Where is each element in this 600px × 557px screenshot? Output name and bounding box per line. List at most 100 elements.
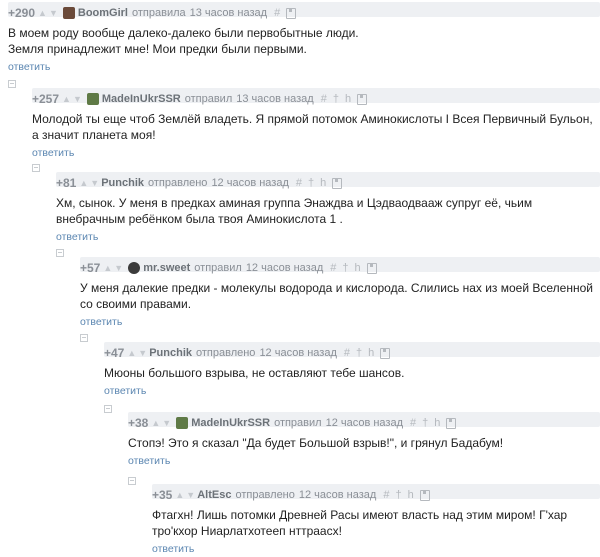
comment-action: отправил — [194, 262, 242, 274]
comment-link-icon[interactable]: # — [410, 417, 416, 429]
reply-link[interactable]: ответить — [104, 385, 146, 397]
vote-up-icon[interactable]: ▲ — [151, 418, 160, 428]
collapse-branch-icon[interactable] — [8, 80, 16, 88]
comment-parent-icon[interactable]: h — [345, 93, 351, 105]
comment-rating: +57 — [80, 261, 101, 275]
reply-link[interactable]: ответить — [152, 543, 194, 555]
comment-parent-icon[interactable]: h — [434, 417, 440, 429]
comment-author[interactable]: BoomGirl — [78, 7, 128, 19]
comment-author[interactable]: Punchik — [149, 347, 192, 359]
comment-time[interactable]: 12 часов назад — [211, 177, 288, 189]
comment-time[interactable]: 12 часов назад — [259, 347, 336, 359]
comment-text: Мюоны большого взрыва, не оставляют тебе… — [104, 366, 405, 380]
vote-down-icon[interactable]: ▼ — [114, 263, 123, 273]
comment: +35 ▲ ▼ AltEsc отправлено 12 часов назад # † h Фт… — [152, 484, 600, 557]
save-icon[interactable] — [366, 262, 377, 274]
comment-parent-icon[interactable]: h — [320, 177, 326, 189]
comment-action: отправил — [184, 93, 233, 105]
vote-up-icon[interactable]: ▲ — [62, 94, 71, 104]
save-icon[interactable] — [446, 417, 457, 429]
comment-dagger-icon[interactable]: † — [342, 262, 348, 274]
comment-author[interactable]: Punchik — [101, 177, 144, 189]
comment-parent-icon[interactable]: h — [408, 489, 414, 501]
save-icon[interactable] — [332, 177, 343, 189]
comment-rating: +35 — [152, 488, 173, 502]
reply-link[interactable]: ответить — [56, 231, 98, 243]
reply-link[interactable]: ответить — [80, 316, 122, 328]
comment-time[interactable]: 12 часов назад — [299, 489, 376, 501]
comment-dagger-icon[interactable]: † — [422, 417, 428, 429]
comment-text: Молодой ты еще чтоб Землёй владеть. Я пр… — [32, 112, 593, 142]
save-icon[interactable] — [380, 347, 391, 359]
comment-header: +47 ▲ ▼ Punchik отправлено 12 часов назад # † h — [104, 342, 600, 364]
comment-link-icon[interactable]: # — [321, 93, 327, 105]
save-icon[interactable] — [419, 489, 430, 501]
comment-dagger-icon[interactable]: † — [308, 177, 314, 189]
comment: +290 ▲ ▼ BoomGirl отправила 13 часов назад # В … — [8, 2, 600, 75]
avatar[interactable] — [176, 417, 189, 429]
vote-down-icon[interactable]: ▼ — [138, 348, 147, 358]
comment-rating: +257 — [32, 92, 60, 106]
comment-header: +290 ▲ ▼ BoomGirl отправила 13 часов назад # — [8, 2, 600, 24]
comment-author[interactable]: MadeInUkrSSR — [102, 93, 181, 105]
comment-time[interactable]: 12 часов назад — [326, 417, 403, 429]
comment-rating: +81 — [56, 176, 77, 190]
reply-link[interactable]: ответить — [32, 147, 74, 159]
comment-header: +257 ▲ ▼ MadeInUkrSSR отправил 13 часов назад… — [32, 88, 600, 110]
collapse-branch-icon[interactable] — [80, 334, 88, 342]
collapse-branch-icon[interactable] — [32, 164, 40, 172]
comment-link-icon[interactable]: # — [383, 489, 389, 501]
comment-time[interactable]: 12 часов назад — [246, 262, 323, 274]
comment: +38 ▲ ▼ MadeInUkrSSR отправил 12 часов назад #… — [128, 412, 600, 469]
collapse-branch-icon[interactable] — [56, 249, 64, 257]
vote-down-icon[interactable]: ▼ — [49, 8, 58, 18]
comment-text: В моем роду вообще далеко-далеко были пе… — [8, 26, 359, 56]
comment-action: отправлено — [148, 177, 208, 189]
comment-time[interactable]: 13 часов назад — [236, 93, 313, 105]
comment-time[interactable]: 13 часов назад — [190, 7, 267, 19]
collapse-branch-icon[interactable] — [128, 477, 136, 485]
comment-action: отправлено — [196, 347, 256, 359]
comment-header: +38 ▲ ▼ MadeInUkrSSR отправил 12 часов назад #… — [128, 412, 600, 434]
comment-header: +81 ▲ ▼ Punchik отправлено 12 часов назад # † h — [56, 172, 600, 194]
comment-author[interactable]: AltEsc — [197, 489, 231, 501]
comment: +257 ▲ ▼ MadeInUkrSSR отправил 13 часов назад… — [32, 88, 600, 161]
comment: +81 ▲ ▼ Punchik отправлено 12 часов назад # † h Х… — [56, 172, 600, 245]
comment-text: У меня далекие предки - молекулы водород… — [80, 281, 593, 311]
save-icon[interactable] — [286, 7, 297, 19]
collapse-branch-icon[interactable] — [104, 405, 112, 413]
comment-rating: +38 — [128, 416, 149, 430]
comment-header: +57 ▲ ▼ mr.sweet отправил 12 часов назад # † h — [80, 257, 600, 279]
vote-up-icon[interactable]: ▲ — [38, 8, 47, 18]
vote-down-icon[interactable]: ▼ — [73, 94, 82, 104]
comment-action: отправил — [274, 417, 322, 429]
reply-link[interactable]: ответить — [128, 455, 170, 467]
vote-up-icon[interactable]: ▲ — [103, 263, 112, 273]
comment-author[interactable]: MadeInUkrSSR — [191, 417, 270, 429]
vote-down-icon[interactable]: ▼ — [186, 490, 195, 500]
save-icon[interactable] — [357, 93, 368, 105]
vote-up-icon[interactable]: ▲ — [175, 490, 184, 500]
avatar[interactable] — [62, 7, 75, 19]
comment-rating: +47 — [104, 346, 125, 360]
comment-text: Фтагхн! Лишь потомки Древней Расы имеют … — [152, 508, 568, 538]
vote-down-icon[interactable]: ▼ — [162, 418, 171, 428]
vote-up-icon[interactable]: ▲ — [79, 178, 88, 188]
comment-dagger-icon[interactable]: † — [395, 489, 401, 501]
comment-parent-icon[interactable]: h — [368, 347, 374, 359]
comment-link-icon[interactable]: # — [274, 7, 280, 19]
comment-parent-icon[interactable]: h — [355, 262, 361, 274]
comment-dagger-icon[interactable]: † — [356, 347, 362, 359]
vote-down-icon[interactable]: ▼ — [90, 178, 99, 188]
comment-link-icon[interactable]: # — [344, 347, 350, 359]
avatar[interactable] — [86, 93, 99, 105]
avatar[interactable] — [128, 262, 141, 274]
vote-up-icon[interactable]: ▲ — [127, 348, 136, 358]
comment-action: отправлено — [235, 489, 295, 501]
comment-author[interactable]: mr.sweet — [143, 262, 190, 274]
comment-dagger-icon[interactable]: † — [333, 93, 339, 105]
comment-link-icon[interactable]: # — [330, 262, 336, 274]
reply-link[interactable]: ответить — [8, 61, 50, 73]
comment-rating: +290 — [8, 6, 36, 20]
comment-link-icon[interactable]: # — [296, 177, 302, 189]
